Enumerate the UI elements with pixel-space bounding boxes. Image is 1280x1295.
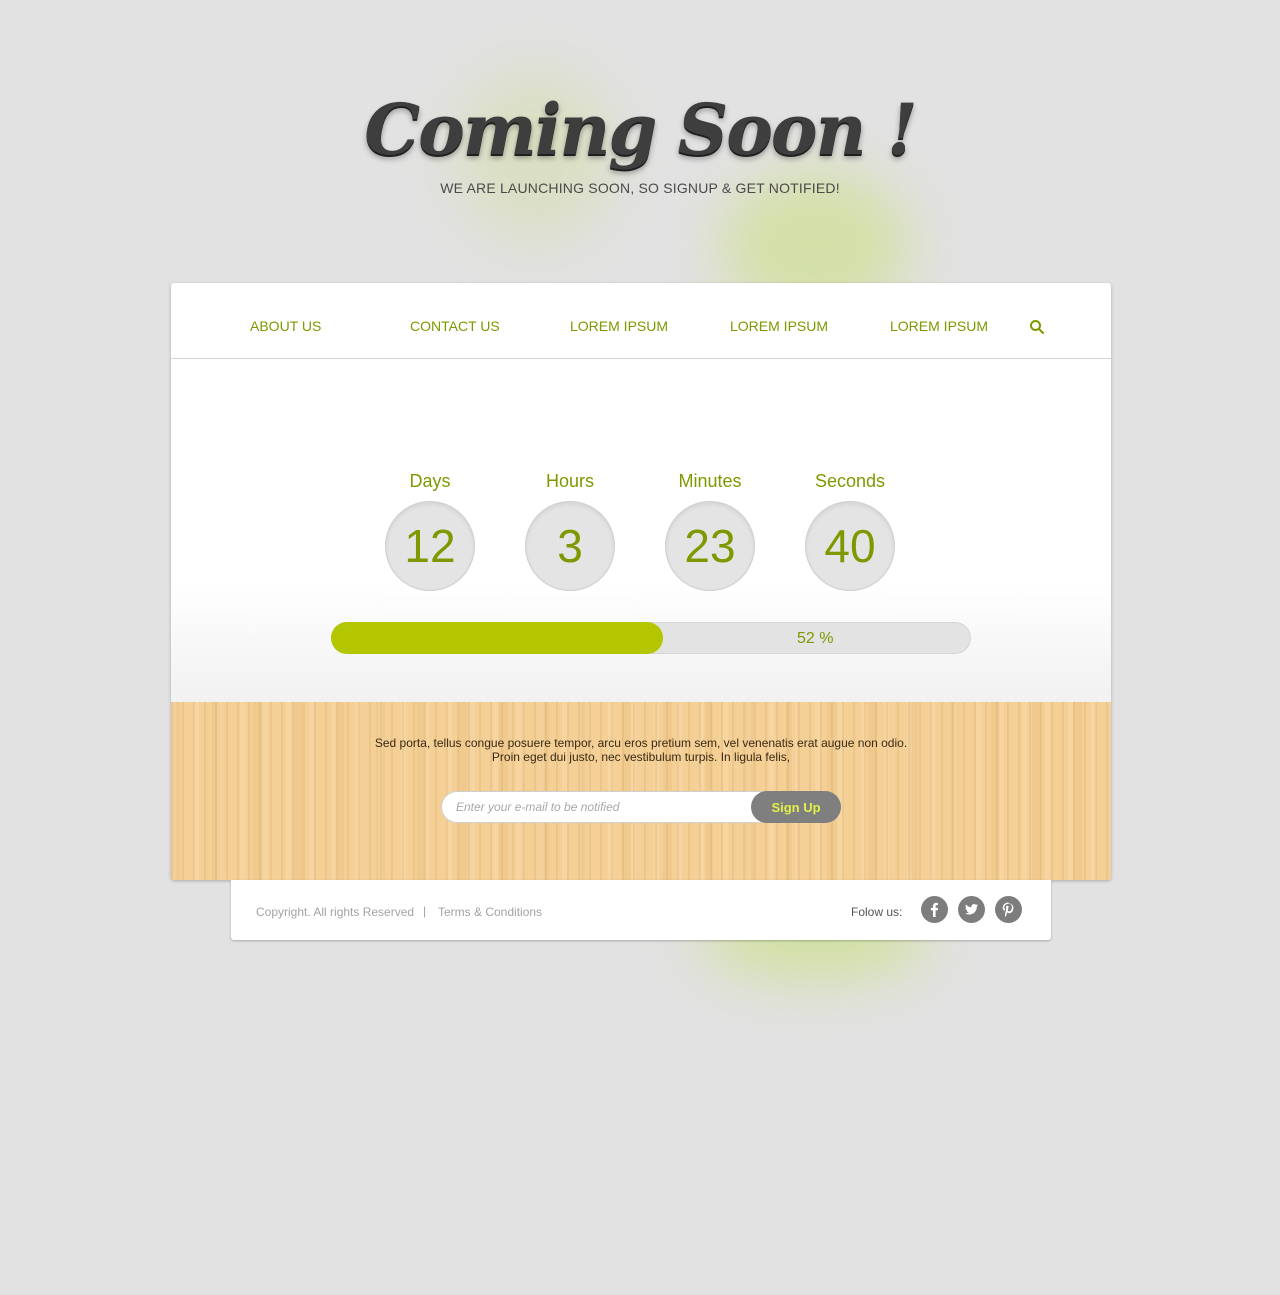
signup-description: Sed porta, tellus congue posuere tempor,… <box>171 736 1111 764</box>
countdown-value: 23 <box>665 501 755 591</box>
sign-up-button[interactable]: Sign Up <box>751 791 841 823</box>
progress-percent-label: 52 % <box>797 630 834 647</box>
signup-section: Sed porta, tellus congue posuere tempor,… <box>171 702 1111 880</box>
search-icon[interactable] <box>1029 319 1045 335</box>
countdown-value: 12 <box>385 501 475 591</box>
main-nav: ABOUT US CONTACT US LOREM IPSUM LOREM IP… <box>171 283 1111 359</box>
countdown-label: Minutes <box>678 471 742 491</box>
copyright-text: Copyright. All rights Reserved <box>256 905 415 919</box>
signup-form: Sign Up <box>441 791 841 823</box>
email-input[interactable] <box>441 791 761 823</box>
nav-item-contact-us[interactable]: CONTACT US <box>410 318 500 334</box>
pinterest-icon[interactable] <box>995 896 1022 923</box>
countdown-section: Days 12 Hours 3 Minutes 23 Seconds 40 52… <box>171 359 1111 702</box>
footer: Copyright. All rights Reserved | Terms &… <box>231 880 1051 940</box>
page-subtitle: WE ARE LAUNCHING SOON, SO SIGNUP & GET N… <box>440 180 840 196</box>
countdown-label: Seconds <box>814 471 886 491</box>
nav-item-lorem-ipsum-1[interactable]: LOREM IPSUM <box>570 318 668 334</box>
footer-separator: | <box>423 904 427 918</box>
countdown-label: Hours <box>545 471 594 491</box>
countdown-seconds: Seconds 40 <box>802 469 898 591</box>
main-card: ABOUT US CONTACT US LOREM IPSUM LOREM IP… <box>171 283 1111 880</box>
nav-item-lorem-ipsum-2[interactable]: LOREM IPSUM <box>730 318 828 334</box>
page-title: Coming Soon ! <box>364 88 917 171</box>
countdown-minutes: Minutes 23 <box>662 469 758 591</box>
follow-label: Folow us: <box>851 905 903 919</box>
terms-link[interactable]: Terms & Conditions <box>438 905 542 919</box>
progress-fill <box>331 622 663 654</box>
signup-description-line: Proin eget dui justo, nec vestibulum tur… <box>491 750 791 764</box>
facebook-icon[interactable] <box>921 896 948 923</box>
countdown-label: Days <box>409 471 451 491</box>
progress-bar: 52 % <box>331 622 971 654</box>
countdown-value: 40 <box>805 501 895 591</box>
signup-description-line: Sed porta, tellus congue posuere tempor,… <box>374 736 908 750</box>
countdown-days: Days 12 <box>382 469 478 591</box>
countdown-value: 3 <box>525 501 615 591</box>
twitter-icon[interactable] <box>958 896 985 923</box>
nav-item-lorem-ipsum-3[interactable]: LOREM IPSUM <box>890 318 988 334</box>
countdown-hours: Hours 3 <box>522 469 618 591</box>
nav-item-about-us[interactable]: ABOUT US <box>250 318 321 334</box>
